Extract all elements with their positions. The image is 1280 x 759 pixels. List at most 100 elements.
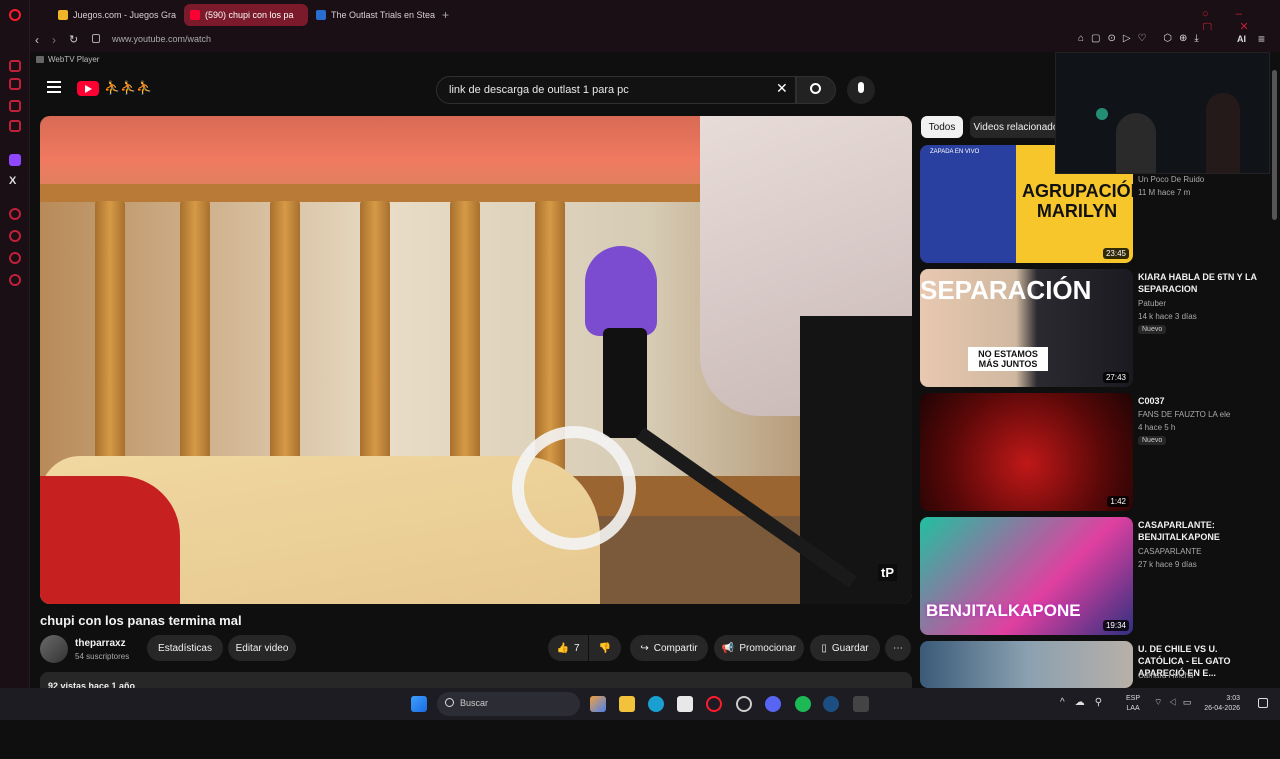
tab-label: Juegos.com - Juegos Gra — [73, 10, 177, 20]
save-button[interactable]: ▯ Guardar — [810, 635, 880, 661]
clock[interactable]: 3:03 26-04-2026 — [1200, 694, 1240, 714]
more-actions-button[interactable]: ⋯ — [885, 635, 911, 661]
thumb-text: AGRUPACIÓN MARILYN — [1022, 181, 1133, 221]
thumb-top: ZAPADA EN VIVO — [930, 149, 980, 155]
opera-sidebar: X — [0, 0, 30, 720]
new-badge: Nuevo — [1138, 436, 1167, 445]
back-icon[interactable]: ‹ — [35, 33, 39, 47]
notification-icon[interactable] — [1258, 698, 1268, 708]
spotify-icon[interactable] — [795, 696, 811, 712]
like-button[interactable]: 👍 7 — [548, 635, 588, 661]
toolbar-icons[interactable]: ⌂▢⊙▷♡ ⬡⊕⤓ — [1078, 33, 1206, 44]
store-icon[interactable] — [677, 696, 693, 712]
settings-icon[interactable] — [9, 274, 21, 286]
tab-youtube-active[interactable]: (590) chupi con los pa — [184, 4, 308, 26]
webcam-person — [1206, 93, 1240, 173]
new-badge: Nuevo — [1138, 325, 1167, 334]
extensions-icon[interactable] — [9, 252, 21, 264]
new-tab-icon[interactable]: + — [442, 8, 449, 22]
loading-spinner-icon — [512, 426, 636, 550]
page-scrollbar[interactable] — [1272, 70, 1277, 220]
ai-button[interactable]: AI — [1237, 34, 1246, 44]
clear-search-icon[interactable]: ✕ — [776, 80, 788, 97]
bookmark-icon: ▯ — [821, 642, 827, 654]
app-icon[interactable] — [853, 696, 869, 712]
channel: FANS DE FAUZTO LA ele — [1138, 410, 1231, 419]
thumbnail[interactable]: SEPARACIÓN NO ESTAMOS MÁS JUNTOS 27:43 — [920, 269, 1133, 387]
search-button[interactable] — [796, 76, 836, 104]
tab-steam[interactable]: The Outlast Trials en Stea — [310, 4, 440, 26]
windows-start-icon[interactable] — [411, 696, 427, 712]
lang-code: ESP — [1126, 695, 1141, 702]
save-label: Guardar — [831, 642, 869, 654]
bookmark-webtv[interactable]: WebTV Player — [48, 55, 99, 64]
search-input[interactable]: link de descarga de outlast 1 para pc — [436, 76, 796, 104]
opera-gx-icon[interactable] — [706, 696, 722, 712]
edge-icon[interactable] — [648, 696, 664, 712]
thumb-text: SEPARACIÓN — [920, 275, 1092, 305]
instagram-icon[interactable] — [9, 120, 21, 132]
voice-search-icon[interactable] — [847, 76, 875, 104]
language-indicator[interactable]: ESP LAA — [1126, 694, 1140, 714]
menu-icon[interactable]: ≡ — [1258, 32, 1265, 46]
steam-icon[interactable] — [823, 696, 839, 712]
address-bar-row: ‹ › ↻ www.youtube.com/watch ⌂▢⊙▷♡ ⬡⊕⤓ AI… — [30, 30, 1280, 52]
whatsapp-icon[interactable] — [9, 100, 21, 112]
share-label: Compartir — [653, 642, 698, 654]
channel: Patuber — [1138, 299, 1167, 308]
more-icon: ⋯ — [893, 642, 903, 654]
promote-label: Promocionar — [739, 642, 797, 654]
tray-icons[interactable]: ^☁⚲ — [1060, 697, 1112, 708]
avatar[interactable] — [40, 635, 68, 663]
duration: 19:34 — [1102, 620, 1129, 631]
system-status-icons[interactable]: ⌔◁▭ — [1154, 697, 1197, 708]
taskbar-search-label: Buscar — [460, 698, 489, 708]
thumbnail[interactable]: 1:42 — [920, 393, 1133, 511]
messenger-icon[interactable] — [9, 78, 21, 90]
steam-favicon-icon — [316, 10, 326, 20]
opera-logo-icon[interactable] — [9, 9, 21, 21]
stats-label: Estadísticas — [158, 642, 212, 654]
thumbnail[interactable] — [920, 641, 1133, 688]
duration: 23:45 — [1102, 248, 1129, 259]
doodle-icon[interactable]: ⛹⛹⛹ — [104, 80, 153, 96]
reload-icon[interactable]: ↻ — [69, 33, 78, 46]
forward-icon[interactable]: › — [52, 33, 56, 47]
list-item[interactable]: BENJITALKAPONE 19:34 CASAPARLANTE: BENJI… — [920, 517, 1280, 635]
steam-helper-icon[interactable] — [736, 696, 752, 712]
aria-icon[interactable] — [9, 60, 21, 72]
discord-icon[interactable] — [765, 696, 781, 712]
subscriber-count: 54 suscriptores — [75, 652, 130, 661]
twitch-icon[interactable] — [9, 154, 21, 166]
thumb-text: BENJITALKAPONE — [926, 601, 1081, 620]
taskbar-search[interactable]: Buscar — [437, 692, 580, 716]
megaphone-icon: 📢 — [721, 642, 735, 654]
thumbnail[interactable]: BENJITALKAPONE 19:34 — [920, 517, 1133, 635]
history-icon[interactable] — [9, 230, 21, 242]
share-button[interactable]: ↪ Compartir — [630, 635, 708, 661]
channel: Un Poco De Ruido — [1138, 175, 1205, 184]
list-item[interactable]: 1:42 C0037 FANS DE FAUZTO LA ele 4 hace … — [920, 393, 1280, 511]
like-count: 7 — [573, 642, 580, 654]
x-icon[interactable]: X — [9, 175, 21, 187]
youtube-logo-icon[interactable] — [77, 81, 99, 96]
list-item[interactable]: SEPARACIÓN NO ESTAMOS MÁS JUNTOS 27:43 K… — [920, 269, 1280, 387]
hamburger-icon[interactable] — [47, 81, 61, 93]
edit-video-button[interactable]: Editar video — [228, 635, 296, 661]
channel-name[interactable]: theparraxz — [75, 638, 126, 649]
stats-button[interactable]: Estadísticas — [147, 635, 223, 661]
thumbs-down-icon: 👎 — [598, 642, 612, 654]
lock-icon — [92, 34, 100, 43]
tab-label: (590) chupi con los pa — [205, 10, 294, 20]
taskbar: Buscar ^☁⚲ ESP LAA ⌔◁▭ 3:03 26-04-2026 — [0, 688, 1280, 720]
dislike-button[interactable]: 👎 — [589, 635, 621, 661]
thumb-sub: NO ESTAMOS MÁS JUNTOS — [968, 347, 1048, 371]
search-icon — [810, 83, 821, 94]
tab-juegos[interactable]: Juegos.com - Juegos Gra — [52, 4, 202, 26]
promote-button[interactable]: 📢 Promocionar — [714, 635, 804, 661]
url-field[interactable]: www.youtube.com/watch — [112, 34, 211, 44]
copilot-icon[interactable] — [590, 696, 606, 712]
video-player[interactable]: tP — [40, 116, 912, 604]
file-explorer-icon[interactable] — [619, 696, 635, 712]
player-icon[interactable] — [9, 208, 21, 220]
